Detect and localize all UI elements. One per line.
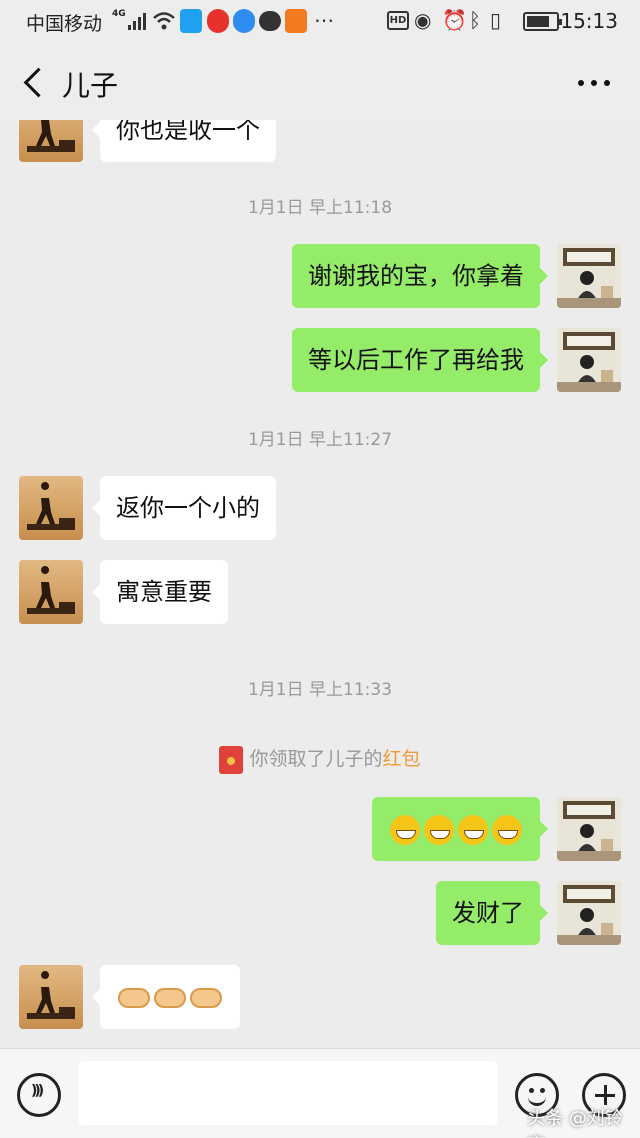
emoji-message-bubble[interactable] (372, 797, 548, 861)
son-avatar[interactable] (19, 476, 83, 540)
message-timestamp: 1月1日 早上11:18 (247, 198, 393, 218)
my-avatar[interactable] (557, 328, 621, 392)
my-avatar[interactable] (557, 881, 621, 945)
message-timestamp: 1月1日 早上11:27 (247, 430, 393, 450)
eye-icon: ◉ (414, 8, 432, 32)
battery-icon (523, 12, 562, 31)
handshake-emoji (190, 988, 222, 1008)
handshake-emoji (154, 988, 186, 1008)
message-app-icon (259, 11, 281, 31)
weibo-app-icon (207, 9, 229, 33)
clock: 15:13 (560, 9, 618, 33)
bluetooth-icon: ᛒ (469, 8, 481, 32)
message-bubble[interactable]: 寓意重要 (92, 560, 228, 624)
red-envelope-link[interactable]: 红包 (383, 748, 421, 770)
red-envelope-icon (219, 745, 244, 774)
browser-app-icon (233, 9, 255, 33)
message-bubble[interactable]: 等以后工作了再给我 (292, 328, 548, 392)
grin-emoji (424, 815, 454, 845)
more-notifications-icon: ⋯ (314, 8, 334, 32)
alarm-icon: ⏰ (442, 8, 467, 32)
status-bar: 中国移动 4G ⋯ HD ◉ ⏰ ᛒ ▯ 15:13 (0, 0, 640, 44)
message-bubble[interactable]: 返你一个小的 (92, 476, 276, 540)
chat-title: 儿子 (62, 69, 119, 102)
system-notice: 你领取了儿子的红包 (0, 744, 640, 774)
message-input[interactable] (78, 1061, 498, 1125)
youku-app-icon (180, 9, 202, 33)
son-avatar[interactable] (19, 965, 83, 1029)
network-type: 4G (112, 9, 126, 19)
more-options-icon[interactable] (574, 70, 614, 94)
message-timestamp: 1月1日 早上11:33 (247, 680, 393, 700)
grin-emoji (492, 815, 522, 845)
handshake-emoji (118, 988, 150, 1008)
chat-header: 儿子 (0, 44, 640, 120)
vibrate-icon: ▯ (490, 8, 502, 32)
message-bubble[interactable]: 发财了 (436, 881, 548, 945)
wifi-icon (153, 12, 175, 30)
grin-emoji (458, 815, 488, 845)
signal-icon (128, 12, 148, 30)
carrier-label: 中国移动 (26, 13, 103, 35)
back-icon[interactable] (18, 64, 50, 100)
watermark: 头条 @刘铃言 (527, 1108, 623, 1138)
message-bubble[interactable]: 你也是收一个 (92, 120, 276, 162)
system-notice-text: 你领取了儿子的 (249, 748, 383, 770)
message-list[interactable]: 你也是收一个 1月1日 早上11:18 谢谢我的宝，你拿着 等以后工作了再给我 … (0, 120, 640, 1048)
son-avatar[interactable] (19, 120, 83, 162)
my-avatar[interactable] (557, 797, 621, 861)
voice-input-icon[interactable] (17, 1073, 61, 1117)
message-bubble[interactable]: 谢谢我的宝，你拿着 (292, 244, 548, 308)
hd-icon: HD (387, 11, 409, 30)
my-avatar[interactable] (557, 244, 621, 308)
uc-browser-app-icon (285, 9, 307, 33)
son-avatar[interactable] (19, 560, 83, 624)
grin-emoji (390, 815, 420, 845)
emoji-message-bubble[interactable] (92, 965, 240, 1029)
